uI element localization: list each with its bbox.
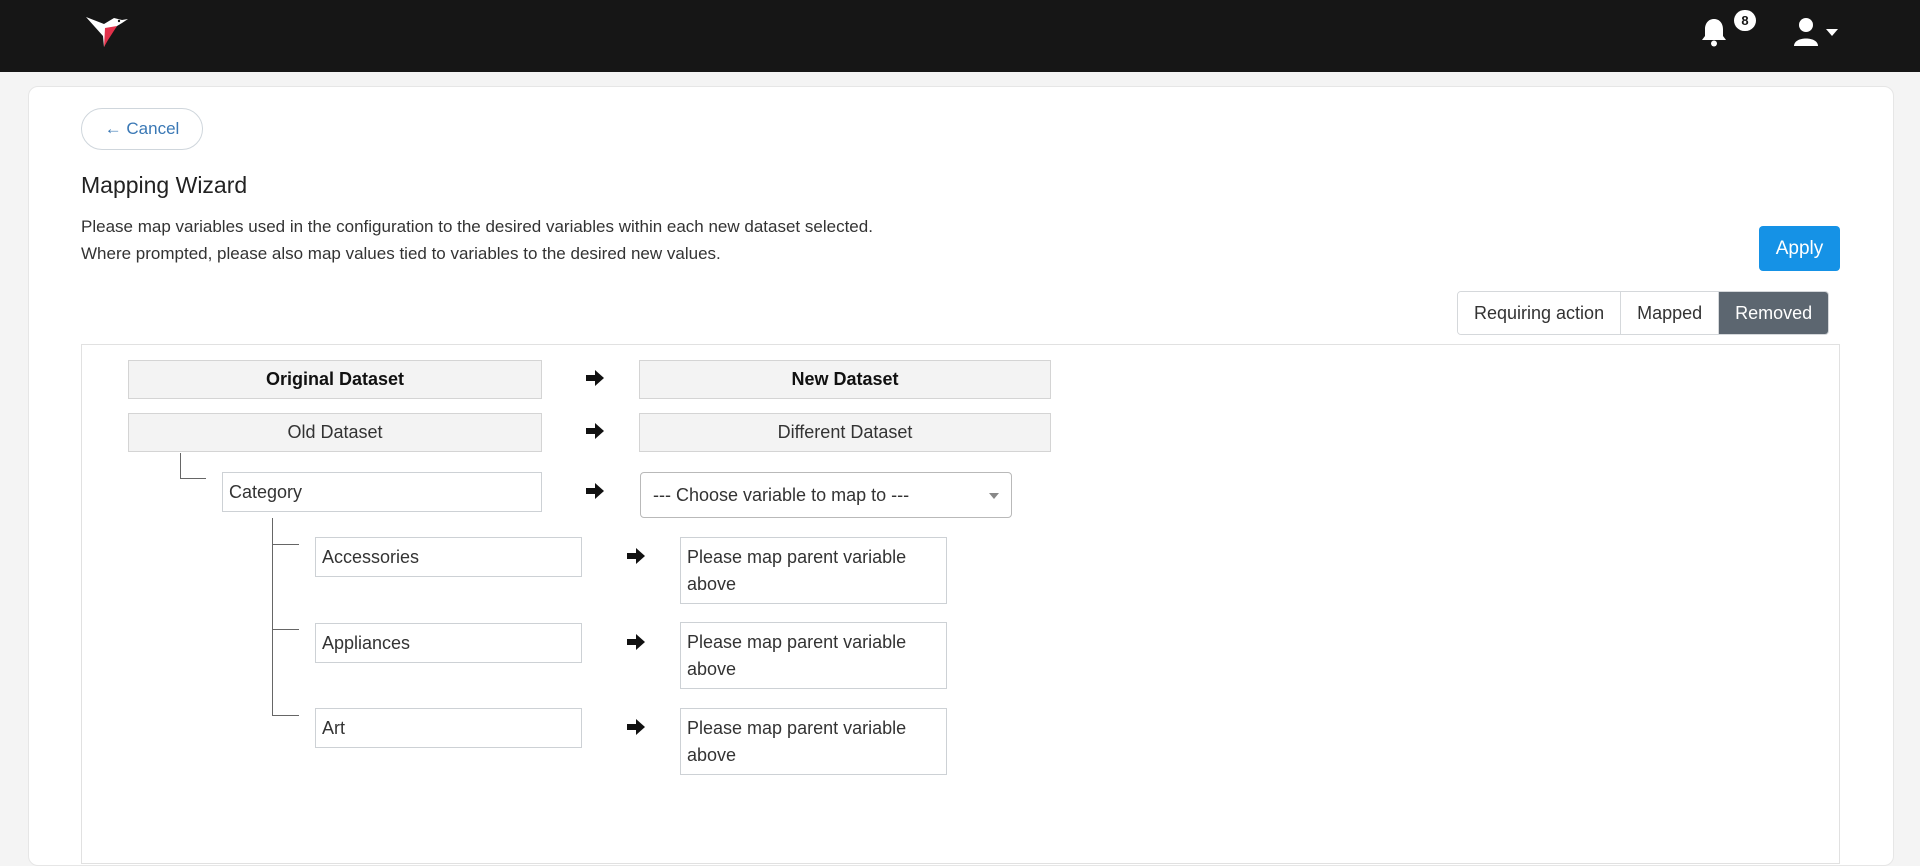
value-target-message: Please map parent variable above <box>680 537 947 604</box>
user-menu-icon[interactable] <box>1792 16 1844 48</box>
arrow-right-icon <box>586 483 604 499</box>
filter-mapped[interactable]: Mapped <box>1621 292 1720 334</box>
value-original-accessories: Accessories <box>315 537 582 577</box>
tree-connector <box>272 544 299 545</box>
value-target-message: Please map parent variable above <box>680 708 947 775</box>
value-target-message: Please map parent variable above <box>680 622 947 689</box>
tree-connector <box>272 715 299 716</box>
hummingbird-logo[interactable] <box>84 14 130 50</box>
tree-connector <box>180 478 206 479</box>
tree-connector <box>272 629 299 630</box>
new-dataset-header: New Dataset <box>639 360 1051 399</box>
variable-select-placeholder: --- Choose variable to map to --- <box>653 485 910 505</box>
arrow-right-icon <box>586 423 604 439</box>
value-original-appliances: Appliances <box>315 623 582 663</box>
filter-removed[interactable]: Removed <box>1719 292 1829 334</box>
cancel-button[interactable]: ← Cancel <box>81 108 203 150</box>
original-dataset-name: Old Dataset <box>128 413 542 452</box>
arrow-right-icon <box>627 634 645 650</box>
arrow-right-icon <box>627 548 645 564</box>
top-navbar: 8 <box>0 0 1920 72</box>
tree-connector <box>180 453 181 479</box>
notification-badge: 8 <box>1734 10 1756 31</box>
value-original-art: Art <box>315 708 582 748</box>
bell-icon[interactable] <box>1700 16 1728 48</box>
page-description: Please map variables used in the configu… <box>81 213 873 267</box>
variable-original: Category <box>222 472 542 512</box>
page-title: Mapping Wizard <box>81 172 248 198</box>
description-line-2: Where prompted, please also map values t… <box>81 244 721 263</box>
arrow-right-icon <box>586 370 604 386</box>
variable-select-dropdown[interactable]: --- Choose variable to map to --- <box>640 472 1012 518</box>
apply-button[interactable]: Apply <box>1759 226 1840 271</box>
original-dataset-header: Original Dataset <box>128 360 542 399</box>
new-dataset-name: Different Dataset <box>639 413 1051 452</box>
filter-requiring-action[interactable]: Requiring action <box>1458 292 1622 334</box>
arrow-right-icon <box>627 719 645 735</box>
chevron-down-icon <box>989 493 999 499</box>
filter-button-group: Requiring action Mapped Removed <box>1457 291 1830 335</box>
description-line-1: Please map variables used in the configu… <box>81 217 873 236</box>
tree-connector <box>272 518 273 716</box>
